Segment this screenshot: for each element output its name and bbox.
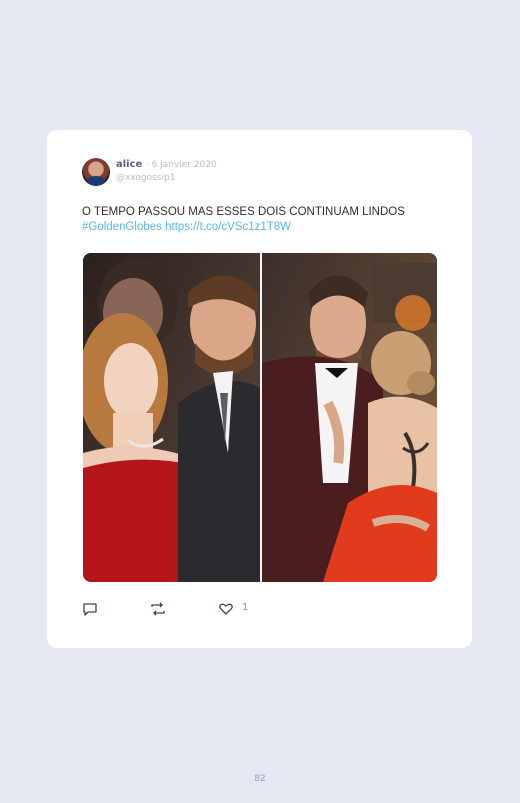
tweet-date[interactable]: 6 janvier 2020: [152, 160, 217, 170]
hashtag-link[interactable]: #GoldenGlobes: [82, 221, 162, 233]
retweet-icon: [149, 601, 167, 617]
reply-icon: [82, 601, 98, 617]
tweet-text: O TEMPO PASSOU MAS ESSES DOIS CONTINUAM …: [82, 205, 427, 235]
like-button[interactable]: 1: [218, 600, 248, 618]
author-line: alice · 6 janvier 2020: [116, 159, 217, 170]
tweet-photo[interactable]: [83, 253, 437, 582]
author-name[interactable]: alice: [116, 159, 142, 170]
like-count: 1: [242, 601, 249, 613]
author-handle[interactable]: @xxogossip1: [116, 173, 175, 183]
avatar[interactable]: [82, 158, 110, 186]
reply-button[interactable]: [82, 600, 98, 618]
heart-icon: [218, 601, 234, 617]
retweet-button[interactable]: [149, 600, 167, 618]
tweet-body: O TEMPO PASSOU MAS ESSES DOIS CONTINUAM …: [82, 206, 405, 218]
tweet-actions: 1: [82, 600, 282, 620]
tweet-card: alice · 6 janvier 2020 @xxogossip1 O TEM…: [47, 130, 472, 648]
separator-dot: ·: [145, 160, 149, 170]
url-link[interactable]: https://t.co/cVSc1z1T8W: [165, 221, 291, 233]
page-number: 82: [254, 774, 266, 784]
